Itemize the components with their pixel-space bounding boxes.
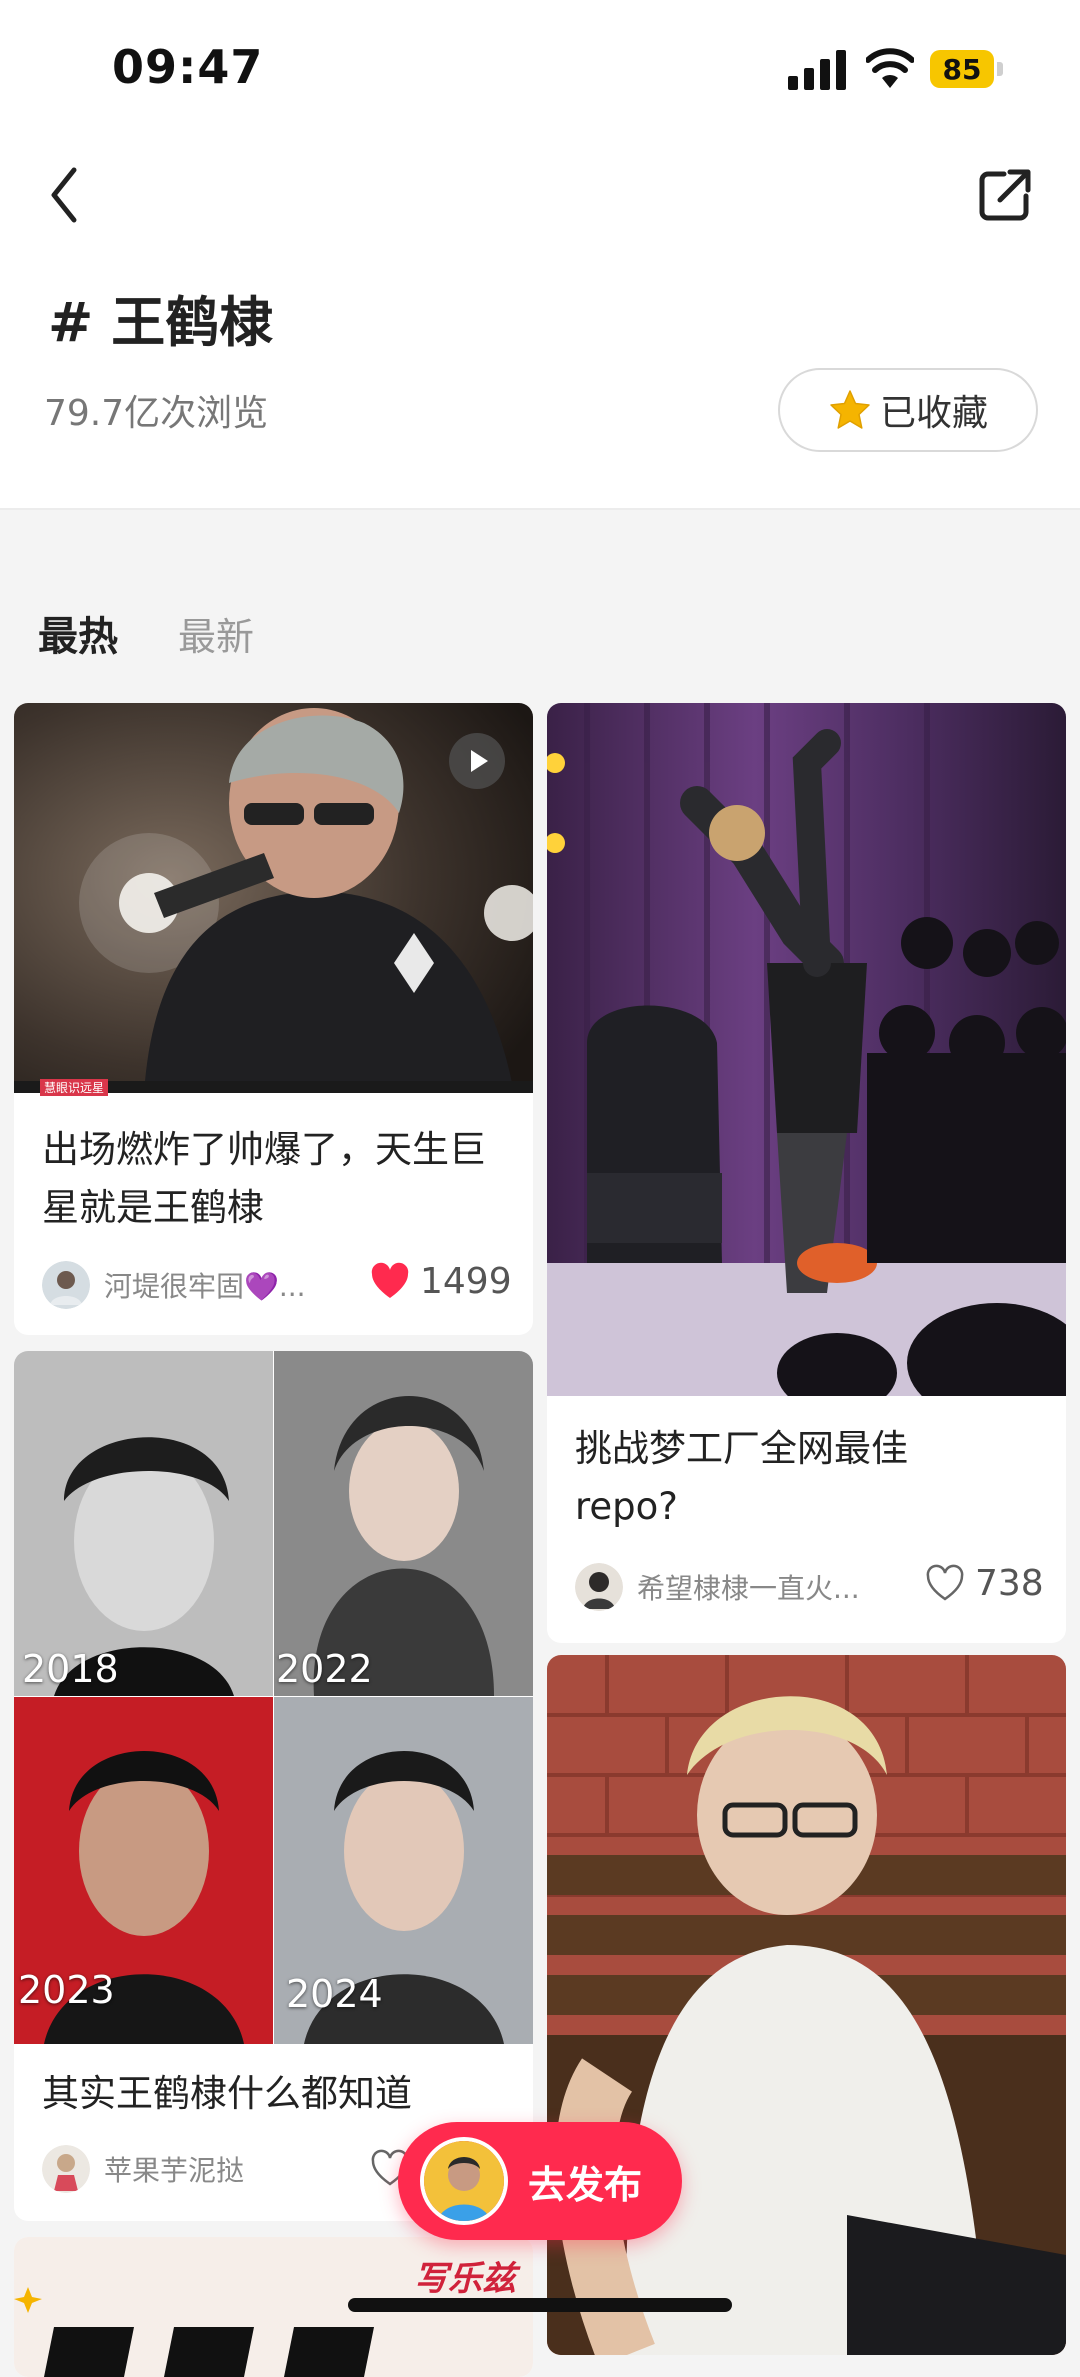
card-3-author-name: 苹果芋泥挞 bbox=[104, 2154, 245, 2187]
card-3-author[interactable]: 苹果芋泥挞 bbox=[42, 2145, 244, 2193]
card-4-cover-image bbox=[547, 1655, 1066, 2355]
year-label-2022: 2022 bbox=[276, 1647, 373, 1691]
battery-level: 85 bbox=[930, 50, 994, 88]
home-indicator bbox=[348, 2298, 732, 2312]
card-2-author[interactable]: 希望棣棣一直火... bbox=[575, 1563, 887, 1611]
topic-header: # 王鹤棣 79.7亿次浏览 已收藏 bbox=[0, 130, 1080, 510]
card-3-title: 其实王鹤棣什么都知道 bbox=[42, 2072, 412, 2115]
publish-user-avatar bbox=[420, 2137, 508, 2225]
star-icon bbox=[830, 390, 870, 429]
card-2-title: 挑战梦工厂全网最佳repo? bbox=[575, 1427, 908, 1528]
publish-label: 去发布 bbox=[528, 2162, 643, 2207]
publish-button[interactable]: 去发布 bbox=[398, 2122, 682, 2240]
card-1-like-count: 1499 bbox=[420, 1261, 512, 1302]
card-2-author-name: 希望棣棣一直火... bbox=[637, 1572, 860, 1605]
tab-hot[interactable]: 最热 bbox=[38, 604, 118, 662]
card-2-likes[interactable]: 738 bbox=[925, 1563, 1044, 1604]
battery-cap bbox=[997, 62, 1003, 76]
back-arrow-icon[interactable] bbox=[40, 160, 90, 230]
topic-title: # 王鹤棣 bbox=[48, 278, 273, 357]
tab-new[interactable]: 最新 bbox=[178, 606, 254, 661]
card-1-author[interactable]: 河堤很牢固💜... bbox=[42, 1261, 344, 1309]
year-label-2024: 2024 bbox=[286, 1972, 383, 2016]
card-1-source-tag: 慧眼识远星 bbox=[40, 1079, 109, 1096]
card-3-author-avatar bbox=[42, 2145, 90, 2193]
share-icon[interactable] bbox=[970, 160, 1040, 230]
card-1-author-name: 河堤很牢固💜... bbox=[104, 1270, 306, 1303]
status-bar: 09:47 85 bbox=[0, 0, 1080, 130]
year-label-2023: 2023 bbox=[18, 1968, 115, 2012]
card-2-like-count: 738 bbox=[975, 1563, 1044, 1604]
wifi-icon bbox=[866, 48, 914, 88]
heart-outline-icon bbox=[926, 1564, 964, 1601]
card-5-title-art: 写乐兹 bbox=[414, 2259, 516, 2299]
card-1-likes[interactable]: 1499 bbox=[370, 1261, 512, 1302]
year-label-2018: 2018 bbox=[22, 1647, 119, 1691]
feed-card-4[interactable] bbox=[547, 1655, 1066, 2355]
feed-card-1[interactable]: 慧眼识远星 出场燃炸了帅爆了，天生巨星就是王鹤棣 河堤很牢固💜... 1499 bbox=[14, 703, 533, 1335]
feed-card-2[interactable]: 挑战梦工厂全网最佳repo? 希望棣棣一直火... 738 bbox=[547, 703, 1066, 1643]
card-2-cover-image bbox=[547, 703, 1066, 1396]
card-1-author-avatar bbox=[42, 1261, 90, 1309]
video-play-icon bbox=[449, 733, 505, 789]
signal-icon bbox=[788, 50, 846, 90]
status-time: 09:47 bbox=[112, 40, 264, 94]
feed-card-3[interactable]: 2018 2022 2023 2024 其实王鹤棣什么都知道 苹果芋泥挞 bbox=[14, 1351, 533, 2221]
card-3-collage-image bbox=[14, 1351, 533, 2044]
view-count: 79.7亿次浏览 bbox=[44, 393, 269, 434]
hashtag-symbol: # bbox=[48, 291, 94, 354]
sort-tabs: 最热 最新 bbox=[0, 510, 1080, 690]
heart-filled-icon bbox=[371, 1262, 409, 1298]
favorited-label: 已收藏 bbox=[879, 393, 988, 434]
card-1-title: 出场燃炸了帅爆了，天生巨星就是王鹤棣 bbox=[42, 1128, 486, 1229]
battery-indicator: 85 bbox=[930, 50, 1004, 88]
topic-name: 王鹤棣 bbox=[111, 291, 274, 354]
card-2-author-avatar bbox=[575, 1563, 623, 1611]
favorited-button[interactable]: 已收藏 bbox=[778, 368, 1038, 452]
